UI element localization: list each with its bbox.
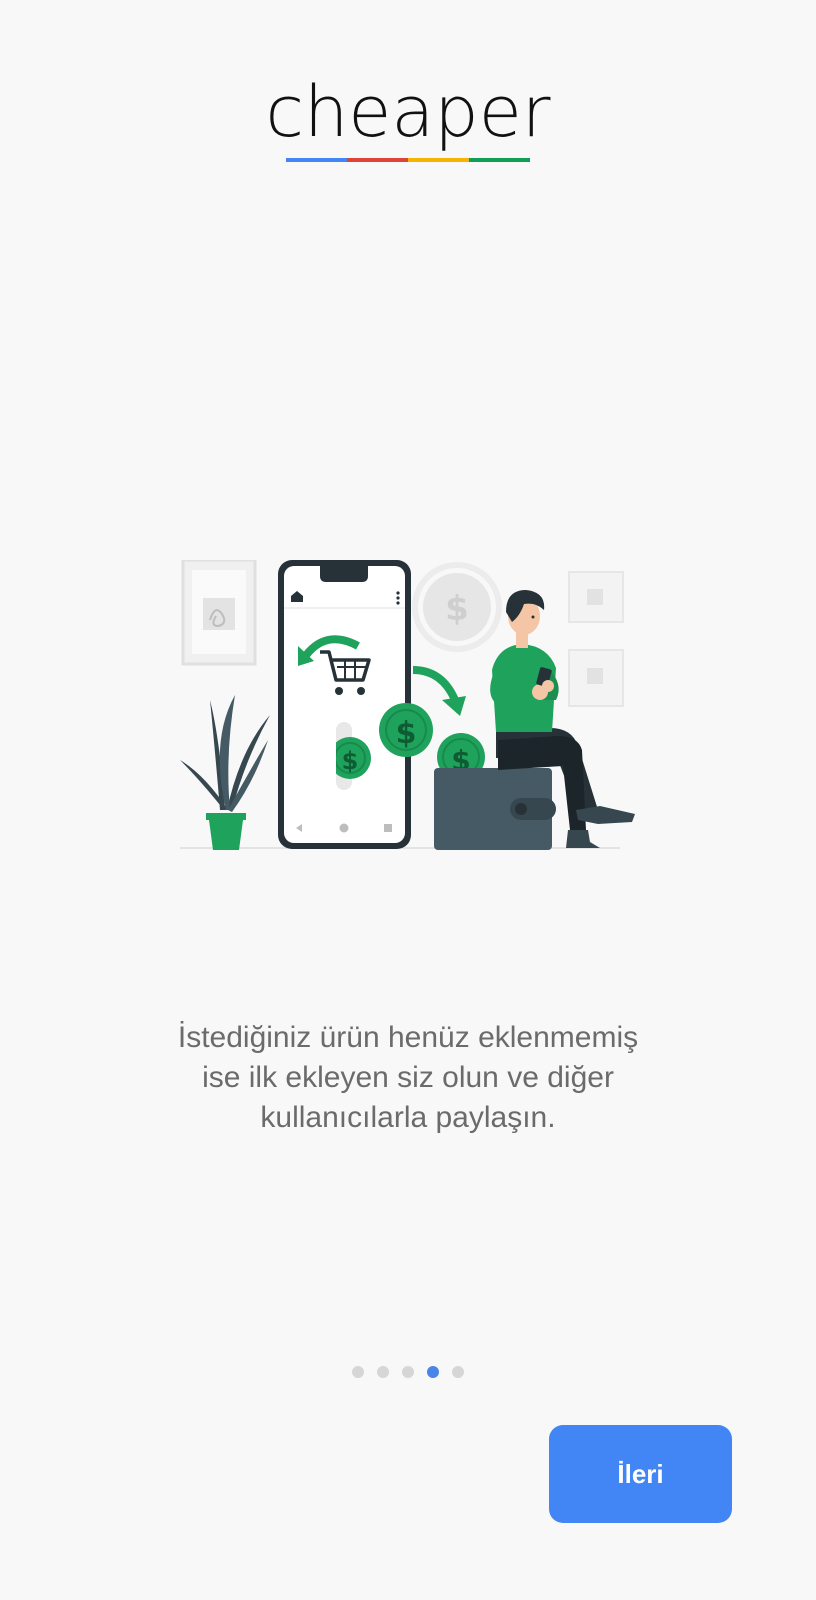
logo-bar-blue xyxy=(286,158,347,162)
logo-bar-yellow xyxy=(408,158,469,162)
description-line: kullanıcılarla paylaşın. xyxy=(260,1101,556,1134)
transfer-arrow-head xyxy=(442,696,466,716)
home-nav-icon xyxy=(339,823,349,833)
page-indicator xyxy=(0,1366,816,1378)
onboarding-description: İstediğiniz ürün henüz eklenmemiş ise il… xyxy=(108,1018,708,1138)
plant xyxy=(180,695,270,850)
transfer-arrow xyxy=(412,666,459,702)
logo-text: cheaper xyxy=(265,71,551,153)
recents-nav-icon xyxy=(384,824,392,832)
next-button[interactable]: İleri xyxy=(549,1425,732,1523)
app-logo: cheaper xyxy=(0,70,816,162)
onboarding-illustration: $ $ $ $ xyxy=(180,560,635,850)
logo-color-bar xyxy=(286,158,530,162)
svg-text:$: $ xyxy=(445,589,469,629)
wall-frame xyxy=(181,560,257,666)
background-coin: $ xyxy=(412,562,502,652)
page-dot[interactable] xyxy=(352,1366,364,1378)
wallet xyxy=(434,768,556,850)
page-dot[interactable] xyxy=(377,1366,389,1378)
svg-text:$: $ xyxy=(342,747,359,775)
logo-bar-red xyxy=(347,158,408,162)
page-dot-active[interactable] xyxy=(427,1366,439,1378)
small-wall-frames xyxy=(568,571,624,707)
phone-mockup xyxy=(278,560,411,849)
description-line: İstediğiniz ürün henüz eklenmemiş xyxy=(177,1021,639,1054)
page-dot[interactable] xyxy=(452,1366,464,1378)
svg-text:$: $ xyxy=(396,716,417,751)
logo-bar-green xyxy=(469,158,530,162)
page-dot[interactable] xyxy=(402,1366,414,1378)
description-line: ise ilk ekleyen siz olun ve diğer xyxy=(202,1061,614,1094)
more-vert-icon xyxy=(396,591,400,605)
